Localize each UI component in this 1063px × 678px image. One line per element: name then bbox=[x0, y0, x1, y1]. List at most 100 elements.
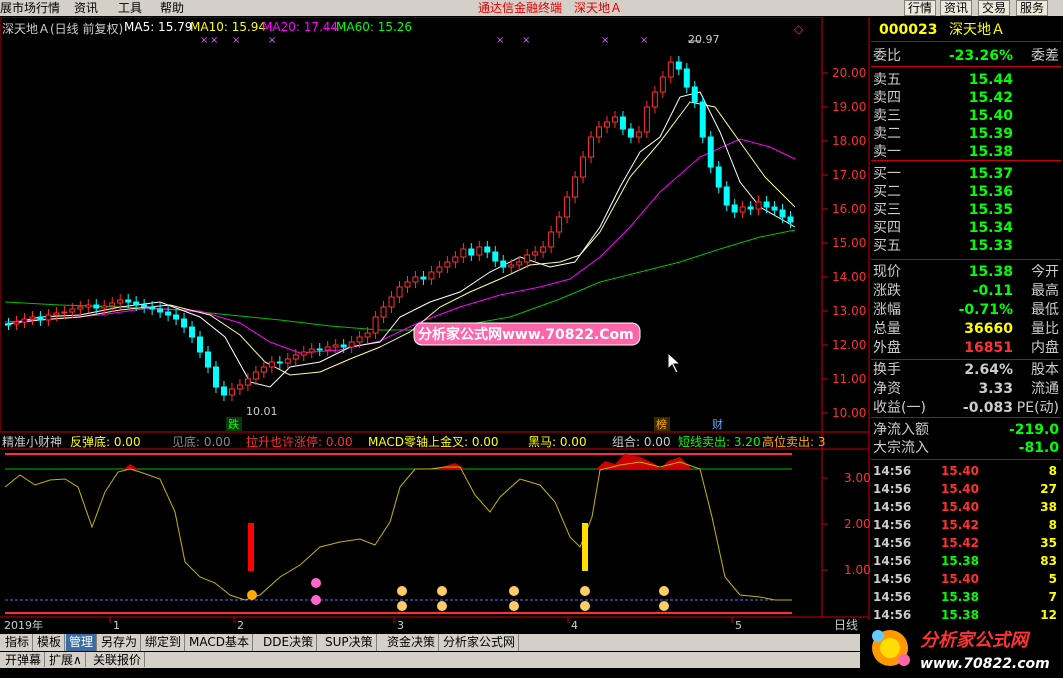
event-x-icon[interactable]: × bbox=[640, 35, 648, 46]
stat2-row[interactable]: 收益(一) -0.083 PE(动) bbox=[871, 399, 1061, 417]
stat2-row[interactable]: 净资 3.33 流通 bbox=[871, 380, 1061, 398]
ind-heima: 黑马: 0.00 bbox=[528, 435, 587, 449]
tag-die[interactable]: 跌 bbox=[228, 417, 239, 431]
candle-body bbox=[300, 351, 307, 356]
ind-duanxian: 短线卖出: 3.20 bbox=[678, 435, 761, 449]
candle-body bbox=[771, 206, 778, 211]
tag-bang[interactable]: 榜 bbox=[656, 417, 667, 431]
candle-body bbox=[29, 316, 36, 320]
candle-body bbox=[468, 248, 475, 256]
stat2-row[interactable]: 换手 2.64% 股本 bbox=[871, 361, 1061, 379]
candle-body bbox=[109, 302, 116, 307]
tab2-2[interactable]: 关联报价 bbox=[90, 652, 146, 667]
candle-body bbox=[228, 388, 235, 396]
watermark-text: 分析家公式网www.70822.Com bbox=[418, 326, 634, 343]
ask-row[interactable]: 卖二 15.39 bbox=[871, 125, 1061, 143]
period-label[interactable]: 日线 bbox=[834, 618, 858, 632]
candle-body bbox=[5, 323, 12, 326]
event-x-icon[interactable]: × bbox=[210, 35, 218, 46]
price-tick-label: 11.00 bbox=[832, 372, 866, 386]
candle-body bbox=[284, 358, 291, 364]
price-tick-label: 20.00 bbox=[832, 66, 866, 80]
bid-row[interactable]: 买五 15.33 bbox=[871, 237, 1061, 255]
candle-body bbox=[516, 261, 523, 266]
btn-service[interactable]: 服务 bbox=[1016, 0, 1049, 16]
tab-6[interactable]: DDE决策 bbox=[260, 634, 318, 651]
candle-body bbox=[420, 276, 427, 280]
ind-tick-label: 2.00 bbox=[844, 517, 870, 531]
candle-body bbox=[404, 281, 411, 288]
price-chart[interactable]: 20.0019.0018.0017.0016.0015.0014.0013.00… bbox=[0, 17, 870, 634]
candle-body bbox=[667, 61, 674, 78]
bid-row[interactable]: 买一 15.37 bbox=[871, 165, 1061, 183]
tab-8[interactable]: 资金决策 bbox=[384, 634, 440, 651]
tab2-1[interactable]: 扩展∧ bbox=[46, 652, 86, 667]
candle-body bbox=[596, 126, 603, 138]
tab-0[interactable]: 指标 bbox=[2, 634, 34, 651]
bid-row[interactable]: 买二 15.36 bbox=[871, 183, 1061, 201]
stock-code: 000023 bbox=[879, 22, 938, 38]
bid-row[interactable]: 买三 15.35 bbox=[871, 201, 1061, 219]
menu-market[interactable]: 展市场行情 bbox=[0, 0, 60, 16]
candle-body bbox=[556, 216, 563, 233]
ind-tick-label: 3.00 bbox=[844, 471, 870, 485]
candle-body bbox=[204, 351, 211, 368]
stat-row[interactable]: 外盘 16851 内盘 bbox=[871, 339, 1061, 357]
stat-row[interactable]: 现价 15.38 今开 bbox=[871, 263, 1061, 281]
flow-row[interactable]: 净流入额 -219.0 bbox=[871, 421, 1061, 439]
brand-url: www.70822.com bbox=[920, 656, 1050, 672]
btn-quotes[interactable]: 行情 bbox=[904, 0, 937, 16]
candle-body bbox=[643, 106, 650, 133]
candle-body bbox=[444, 261, 451, 268]
event-x-icon[interactable]: × bbox=[232, 35, 240, 46]
candle-body bbox=[332, 344, 339, 348]
tab-9[interactable]: 分析家公式网 bbox=[440, 634, 520, 651]
tag-cai[interactable]: 财 bbox=[712, 417, 723, 431]
candle-body bbox=[21, 318, 28, 323]
ind-name[interactable]: 精准小财神 bbox=[2, 433, 62, 450]
candle-body bbox=[69, 308, 76, 313]
menu-news[interactable]: 资讯 bbox=[74, 0, 98, 16]
price-tick-label: 14.00 bbox=[832, 270, 866, 284]
candle-body bbox=[500, 260, 507, 268]
event-x-icon[interactable]: × bbox=[496, 35, 504, 46]
candle-body bbox=[37, 316, 44, 321]
menu-help[interactable]: 帮助 bbox=[160, 0, 184, 16]
tab-2[interactable]: 管理 bbox=[66, 634, 98, 651]
ask-row[interactable]: 卖三 15.40 bbox=[871, 107, 1061, 125]
signal-bar-red bbox=[248, 523, 254, 571]
ind-gaowei: 高位卖出: 3 bbox=[762, 435, 826, 449]
tick-row: 14:56 15.42 35 bbox=[873, 536, 1057, 550]
tab-1[interactable]: 模板 bbox=[34, 634, 66, 651]
candle-body bbox=[324, 346, 331, 351]
ask-row[interactable]: 卖一 15.38 bbox=[871, 143, 1061, 161]
menu-tools[interactable]: 工具 bbox=[118, 0, 142, 16]
flow-row[interactable]: 大宗流入 -81.0 bbox=[871, 439, 1061, 457]
tab-7[interactable]: SUP决策 bbox=[322, 634, 377, 651]
event-x-icon[interactable]: × bbox=[268, 35, 276, 46]
event-x-icon[interactable]: × bbox=[601, 35, 609, 46]
candle-body bbox=[85, 304, 92, 308]
btn-trade[interactable]: 交易 bbox=[978, 0, 1011, 16]
weibi-row: 委比 -23.26% 委差 bbox=[873, 48, 1059, 64]
ind-oscillator bbox=[4, 461, 792, 601]
event-x-icon[interactable]: × bbox=[200, 35, 208, 46]
event-x-icon[interactable]: × bbox=[522, 35, 530, 46]
candle-body bbox=[77, 306, 84, 310]
candle-body bbox=[436, 266, 443, 273]
stat-row[interactable]: 涨跌 -0.11 最高 bbox=[871, 282, 1061, 300]
stat-row[interactable]: 涨幅 -0.71% 最低 bbox=[871, 301, 1061, 319]
tab-3[interactable]: 另存为 bbox=[98, 634, 142, 651]
ask-row[interactable]: 卖四 15.42 bbox=[871, 89, 1061, 107]
price-tick-label: 15.00 bbox=[832, 236, 866, 250]
bid-row[interactable]: 买四 15.34 bbox=[871, 219, 1061, 237]
tab-4[interactable]: 绑定到 bbox=[142, 634, 186, 651]
stat-row[interactable]: 总量 36660 量比 bbox=[871, 320, 1061, 338]
tab2-0[interactable]: 开弹幕 bbox=[2, 652, 46, 667]
tab-5[interactable]: MACD基本 bbox=[186, 634, 253, 651]
btn-info[interactable]: 资讯 bbox=[940, 0, 973, 16]
stock-title: 深天地Ａ(日线 前复权) bbox=[2, 22, 124, 36]
candle-body bbox=[524, 254, 531, 263]
ask-row[interactable]: 卖五 15.44 bbox=[871, 71, 1061, 89]
candle-body bbox=[755, 201, 762, 210]
